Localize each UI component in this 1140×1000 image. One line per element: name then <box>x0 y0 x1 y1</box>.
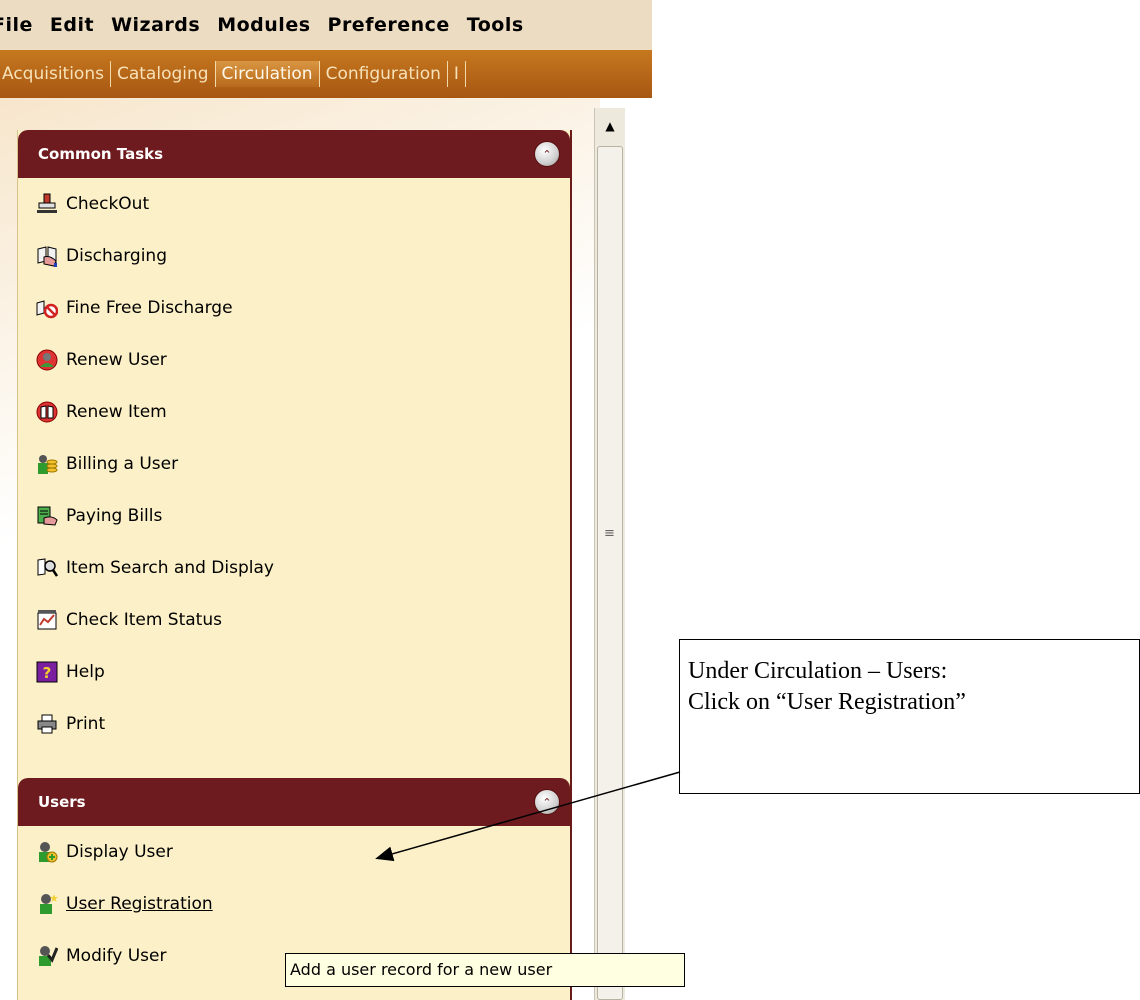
fine-free-icon <box>36 300 58 319</box>
stamp-icon <box>37 193 57 213</box>
menu-edit[interactable]: Edit <box>50 14 94 36</box>
tab-acquisitions[interactable]: Acquisitions <box>0 61 111 87</box>
task-billing-a-user[interactable]: Billing a User <box>18 438 570 490</box>
callout-line-1: Under Circulation – Users: <box>688 658 948 684</box>
item-status-icon <box>37 610 57 630</box>
modify-user-icon <box>39 946 58 966</box>
task-check-item-status[interactable]: Check Item Status <box>18 594 570 646</box>
renew-item-icon <box>36 401 58 423</box>
module-tab-bar: Acquisitions Cataloging Circulation Conf… <box>0 50 652 98</box>
users-item-label: Display User <box>66 842 173 862</box>
task-label: Renew Item <box>66 402 167 422</box>
common-tasks-title: Common Tasks <box>38 145 164 163</box>
task-label: CheckOut <box>66 194 150 214</box>
scroll-grip-icon: ≡ <box>604 526 615 541</box>
tab-truncated[interactable]: I <box>448 61 466 87</box>
callout-line-2: Click on “User Registration” <box>688 689 966 715</box>
callout-box: Under Circulation – Users: Click on “Use… <box>679 639 1140 794</box>
menu-modules[interactable]: Modules <box>217 14 310 36</box>
users-item-label: Modify User <box>66 946 167 966</box>
task-label: Paying Bills <box>66 506 163 526</box>
task-print[interactable]: Print <box>18 698 570 750</box>
item-search-icon <box>37 558 58 577</box>
users-user-registration[interactable]: User Registration <box>18 878 570 930</box>
task-label: Check Item Status <box>66 610 222 630</box>
common-tasks-panel: Common Tasks ⌃ CheckOut Discharging Fine… <box>17 130 572 778</box>
task-label: Item Search and Display <box>66 558 274 578</box>
menu-preference[interactable]: Preference <box>328 14 450 36</box>
help-icon: ? <box>36 661 58 683</box>
task-item-search-and-display[interactable]: Item Search and Display <box>18 542 570 594</box>
task-label: Billing a User <box>66 454 179 474</box>
task-label: Print <box>66 714 106 734</box>
users-display-user[interactable]: Display User <box>18 826 570 878</box>
renew-user-icon <box>36 349 58 371</box>
task-paying-bills[interactable]: Paying Bills <box>18 490 570 542</box>
display-user-icon <box>39 842 58 863</box>
task-renew-user[interactable]: Renew User <box>18 334 570 386</box>
collapse-common-tasks-button[interactable]: ⌃ <box>534 141 560 167</box>
task-checkout[interactable]: CheckOut <box>18 178 570 230</box>
task-label: Discharging <box>66 246 167 266</box>
discharge-book-icon <box>37 246 57 267</box>
task-help[interactable]: ? Help <box>18 646 570 698</box>
svg-text:?: ? <box>43 664 52 682</box>
tab-cataloging[interactable]: Cataloging <box>111 61 216 87</box>
common-tasks-header: Common Tasks ⌃ <box>18 130 570 178</box>
users-item-label: User Registration <box>66 894 213 914</box>
menu-bar: File Edit Wizards Modules Preference Too… <box>0 0 652 50</box>
task-label: Help <box>66 662 105 682</box>
menu-tools[interactable]: Tools <box>467 14 524 36</box>
scroll-thumb[interactable] <box>597 146 623 1000</box>
task-label: Renew User <box>66 350 167 370</box>
menu-file[interactable]: File <box>0 14 33 36</box>
scroll-up-arrow-icon[interactable]: ▲ <box>595 108 625 144</box>
printer-icon <box>37 714 57 734</box>
billing-icon <box>38 455 58 474</box>
vertical-scrollbar[interactable]: ▲ ≡ <box>594 108 625 1000</box>
tab-configuration[interactable]: Configuration <box>320 61 448 87</box>
tab-circulation[interactable]: Circulation <box>215 61 320 87</box>
menu-wizards[interactable]: Wizards <box>111 14 200 36</box>
users-header: Users ⌃ <box>18 778 570 826</box>
collapse-users-button[interactable]: ⌃ <box>534 789 560 815</box>
users-title: Users <box>38 793 86 811</box>
task-discharging[interactable]: Discharging <box>18 230 570 282</box>
tooltip: Add a user record for a new user <box>285 953 685 987</box>
user-registration-icon <box>40 894 58 914</box>
task-renew-item[interactable]: Renew Item <box>18 386 570 438</box>
task-fine-free-discharge[interactable]: Fine Free Discharge <box>18 282 570 334</box>
task-label: Fine Free Discharge <box>66 298 233 318</box>
paying-bills-icon <box>37 506 58 526</box>
